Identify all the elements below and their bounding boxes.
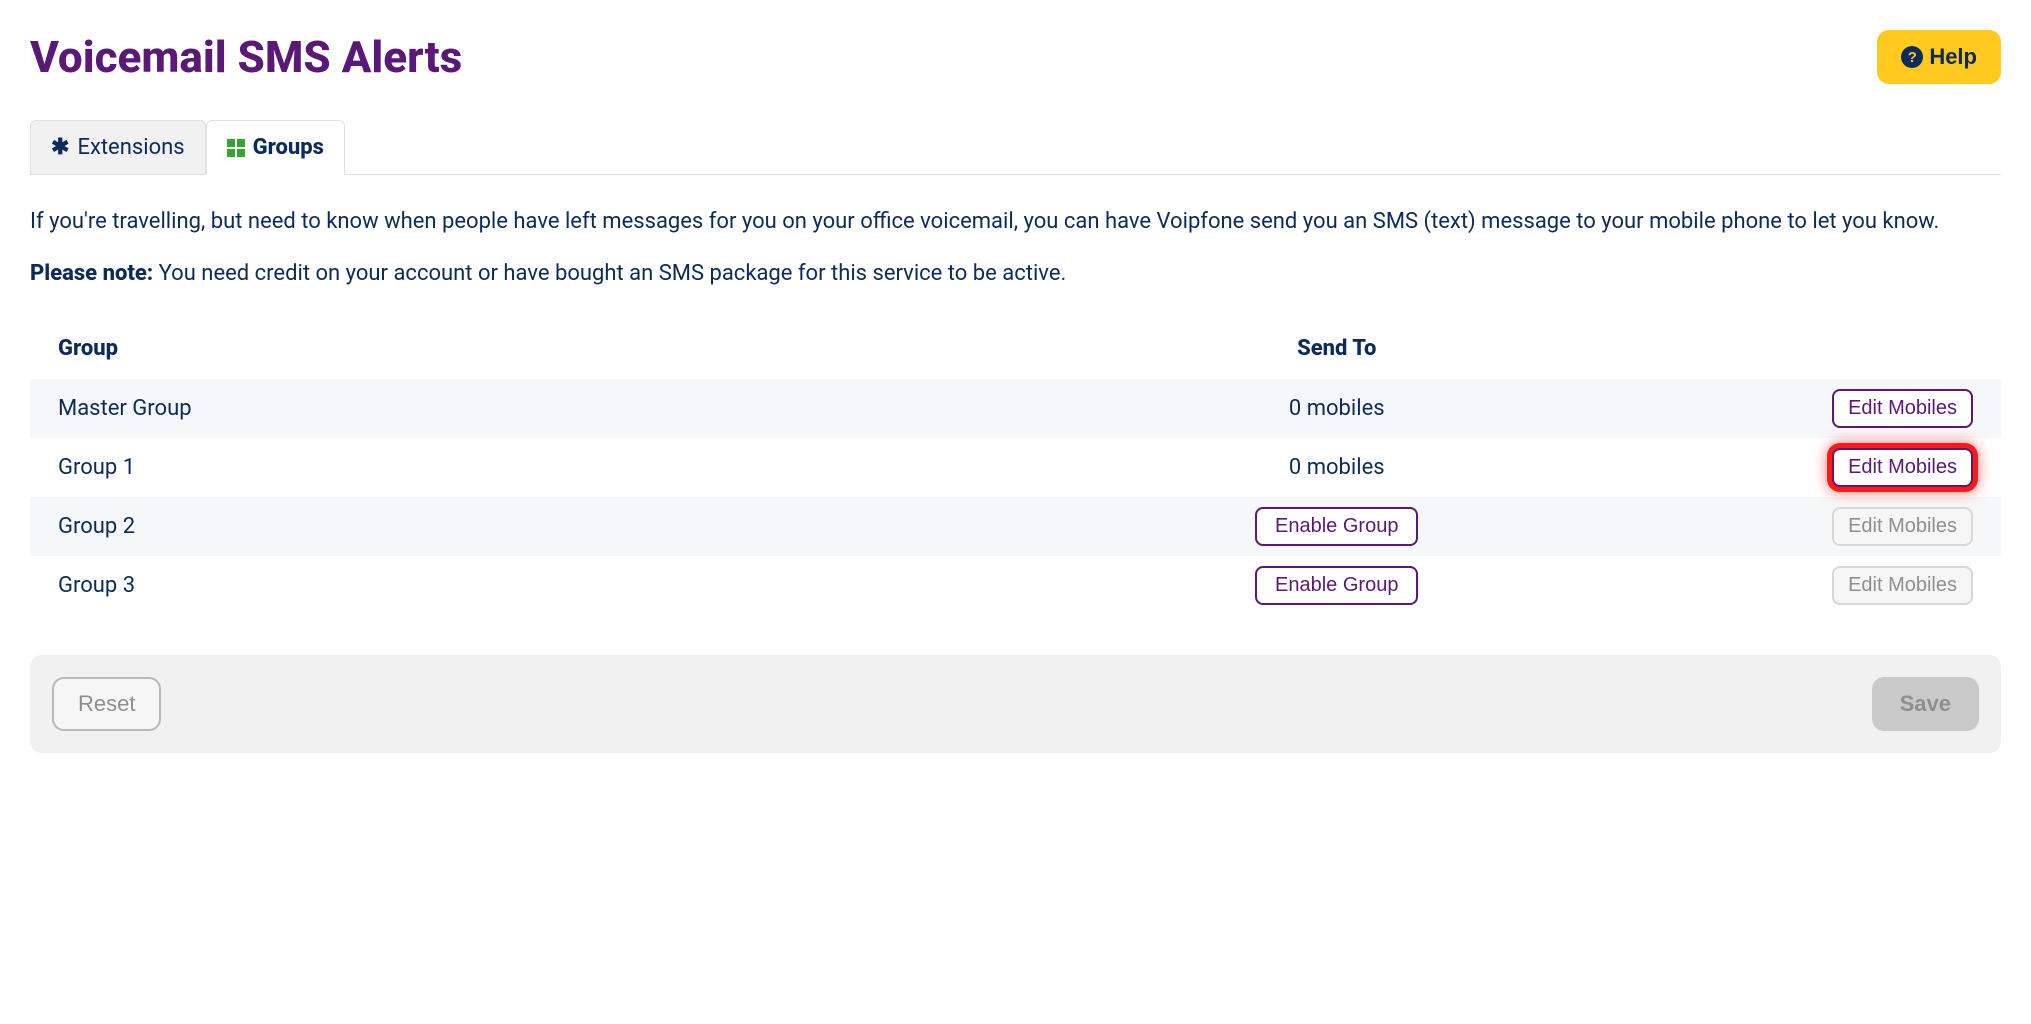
footer-bar: Reset Save [30,655,2001,753]
edit-mobiles-button[interactable]: Edit Mobiles [1832,448,1973,487]
table-row: Group 2 Enable Group Edit Mobiles [30,497,2001,556]
page-title: Voicemail SMS Alerts [30,31,462,83]
note-text: Please note: You need credit on your acc… [30,257,2001,291]
enable-group-button[interactable]: Enable Group [1255,507,1418,546]
action-cell: Edit Mobiles [1763,507,1973,546]
help-label: Help [1929,44,1977,70]
groups-table: Group Send To Master Group0 mobilesEdit … [30,326,2001,615]
enable-group-button[interactable]: Enable Group [1255,566,1418,605]
grid-icon [227,139,245,157]
note-label: Please note: [30,261,153,286]
action-cell: Edit Mobiles [1763,389,1973,428]
table-row: Group 3 Enable Group Edit Mobiles [30,556,2001,615]
sendto-cell: 0 mobiles [911,455,1764,480]
table-row: Master Group0 mobiles Edit Mobiles [30,379,2001,438]
edit-mobiles-button: Edit Mobiles [1832,507,1973,546]
help-button[interactable]: ? Help [1877,30,2001,84]
group-name: Group 2 [58,514,911,539]
tabs-bar: ✱ Extensions Groups [30,119,2001,175]
group-name: Master Group [58,396,911,421]
note-body: You need credit on your account or have … [153,261,1066,286]
action-cell: Edit Mobiles [1763,448,1973,487]
tab-groups[interactable]: Groups [206,120,345,175]
asterisk-icon: ✱ [51,135,69,160]
help-icon: ? [1901,46,1923,68]
tab-extensions-label: Extensions [77,135,184,160]
sendto-cell: Enable Group [911,507,1764,546]
group-name: Group 3 [58,573,911,598]
action-cell: Edit Mobiles [1763,566,1973,605]
tab-extensions[interactable]: ✱ Extensions [30,120,206,175]
page-header: Voicemail SMS Alerts ? Help [30,30,2001,84]
intro-text: If you're travelling, but need to know w… [30,205,2001,239]
group-name: Group 1 [58,455,911,480]
edit-mobiles-button[interactable]: Edit Mobiles [1832,389,1973,428]
table-header: Group Send To [30,326,2001,379]
table-row: Group 10 mobiles Edit Mobiles [30,438,2001,497]
col-header-sendto: Send To [911,336,1764,361]
reset-button[interactable]: Reset [52,677,161,731]
save-button[interactable]: Save [1872,677,1979,731]
sendto-cell: 0 mobiles [911,396,1764,421]
sendto-cell: Enable Group [911,566,1764,605]
edit-mobiles-button: Edit Mobiles [1832,566,1973,605]
col-header-group: Group [58,336,911,361]
tab-groups-label: Groups [253,135,324,160]
